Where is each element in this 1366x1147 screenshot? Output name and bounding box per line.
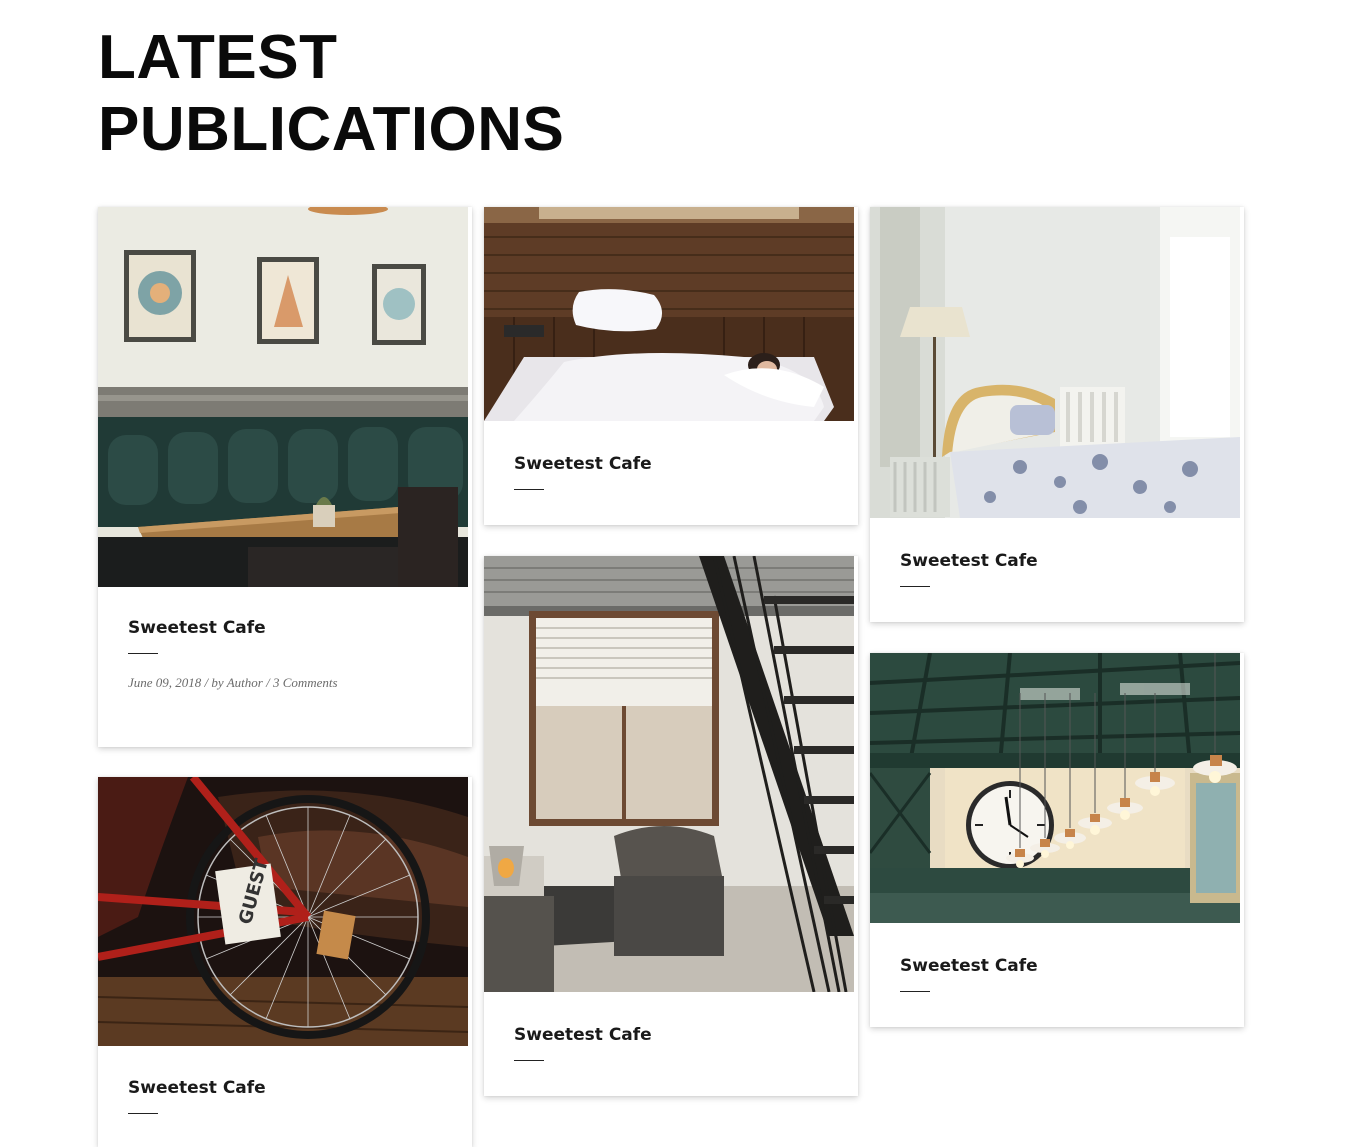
publication-card[interactable]: Sweetest Cafe [484, 207, 858, 525]
card-title[interactable]: Sweetest Cafe [128, 617, 442, 639]
title-divider [514, 1060, 544, 1061]
publication-card[interactable]: Sweetest Cafe [484, 556, 858, 1096]
page-title: LATEST PUBLICATIONS [98, 22, 564, 166]
comments-link[interactable]: 3 Comments [273, 675, 338, 690]
page-title-line-1: LATEST [98, 23, 338, 92]
white-bedroom-image[interactable] [870, 207, 1240, 518]
post-meta: June 09, 2018 / by Author / 3 Comments [128, 675, 338, 690]
publication-card[interactable]: Sweetest Cafe [870, 207, 1244, 622]
title-divider [128, 653, 158, 654]
title-divider [900, 991, 930, 992]
publication-card[interactable]: Sweetest Cafe [870, 653, 1244, 1027]
card-title[interactable]: Sweetest Cafe [128, 1077, 442, 1099]
cafe-booth-image[interactable] [98, 207, 468, 587]
author-link[interactable]: Author [227, 675, 263, 690]
post-date-link[interactable]: June 09, 2018 [128, 675, 201, 690]
title-divider [900, 586, 930, 587]
attic-bedroom-image[interactable] [484, 207, 854, 421]
card-title[interactable]: Sweetest Cafe [514, 453, 828, 475]
bicycle-image[interactable]: GUEST [98, 777, 468, 1046]
page-title-line-2: PUBLICATIONS [98, 95, 565, 164]
title-divider [514, 489, 544, 490]
loft-staircase-image[interactable] [484, 556, 854, 992]
publication-card[interactable]: GUEST Sweetest Cafe [98, 777, 472, 1147]
card-title[interactable]: Sweetest Cafe [900, 550, 1214, 572]
card-title[interactable]: Sweetest Cafe [900, 955, 1214, 977]
publication-card[interactable]: Sweetest Cafe June 09, 2018 / by Author … [98, 207, 472, 747]
title-divider [128, 1113, 158, 1114]
card-title[interactable]: Sweetest Cafe [514, 1024, 828, 1046]
station-clock-image[interactable] [870, 653, 1240, 923]
by-label: by [211, 675, 224, 690]
